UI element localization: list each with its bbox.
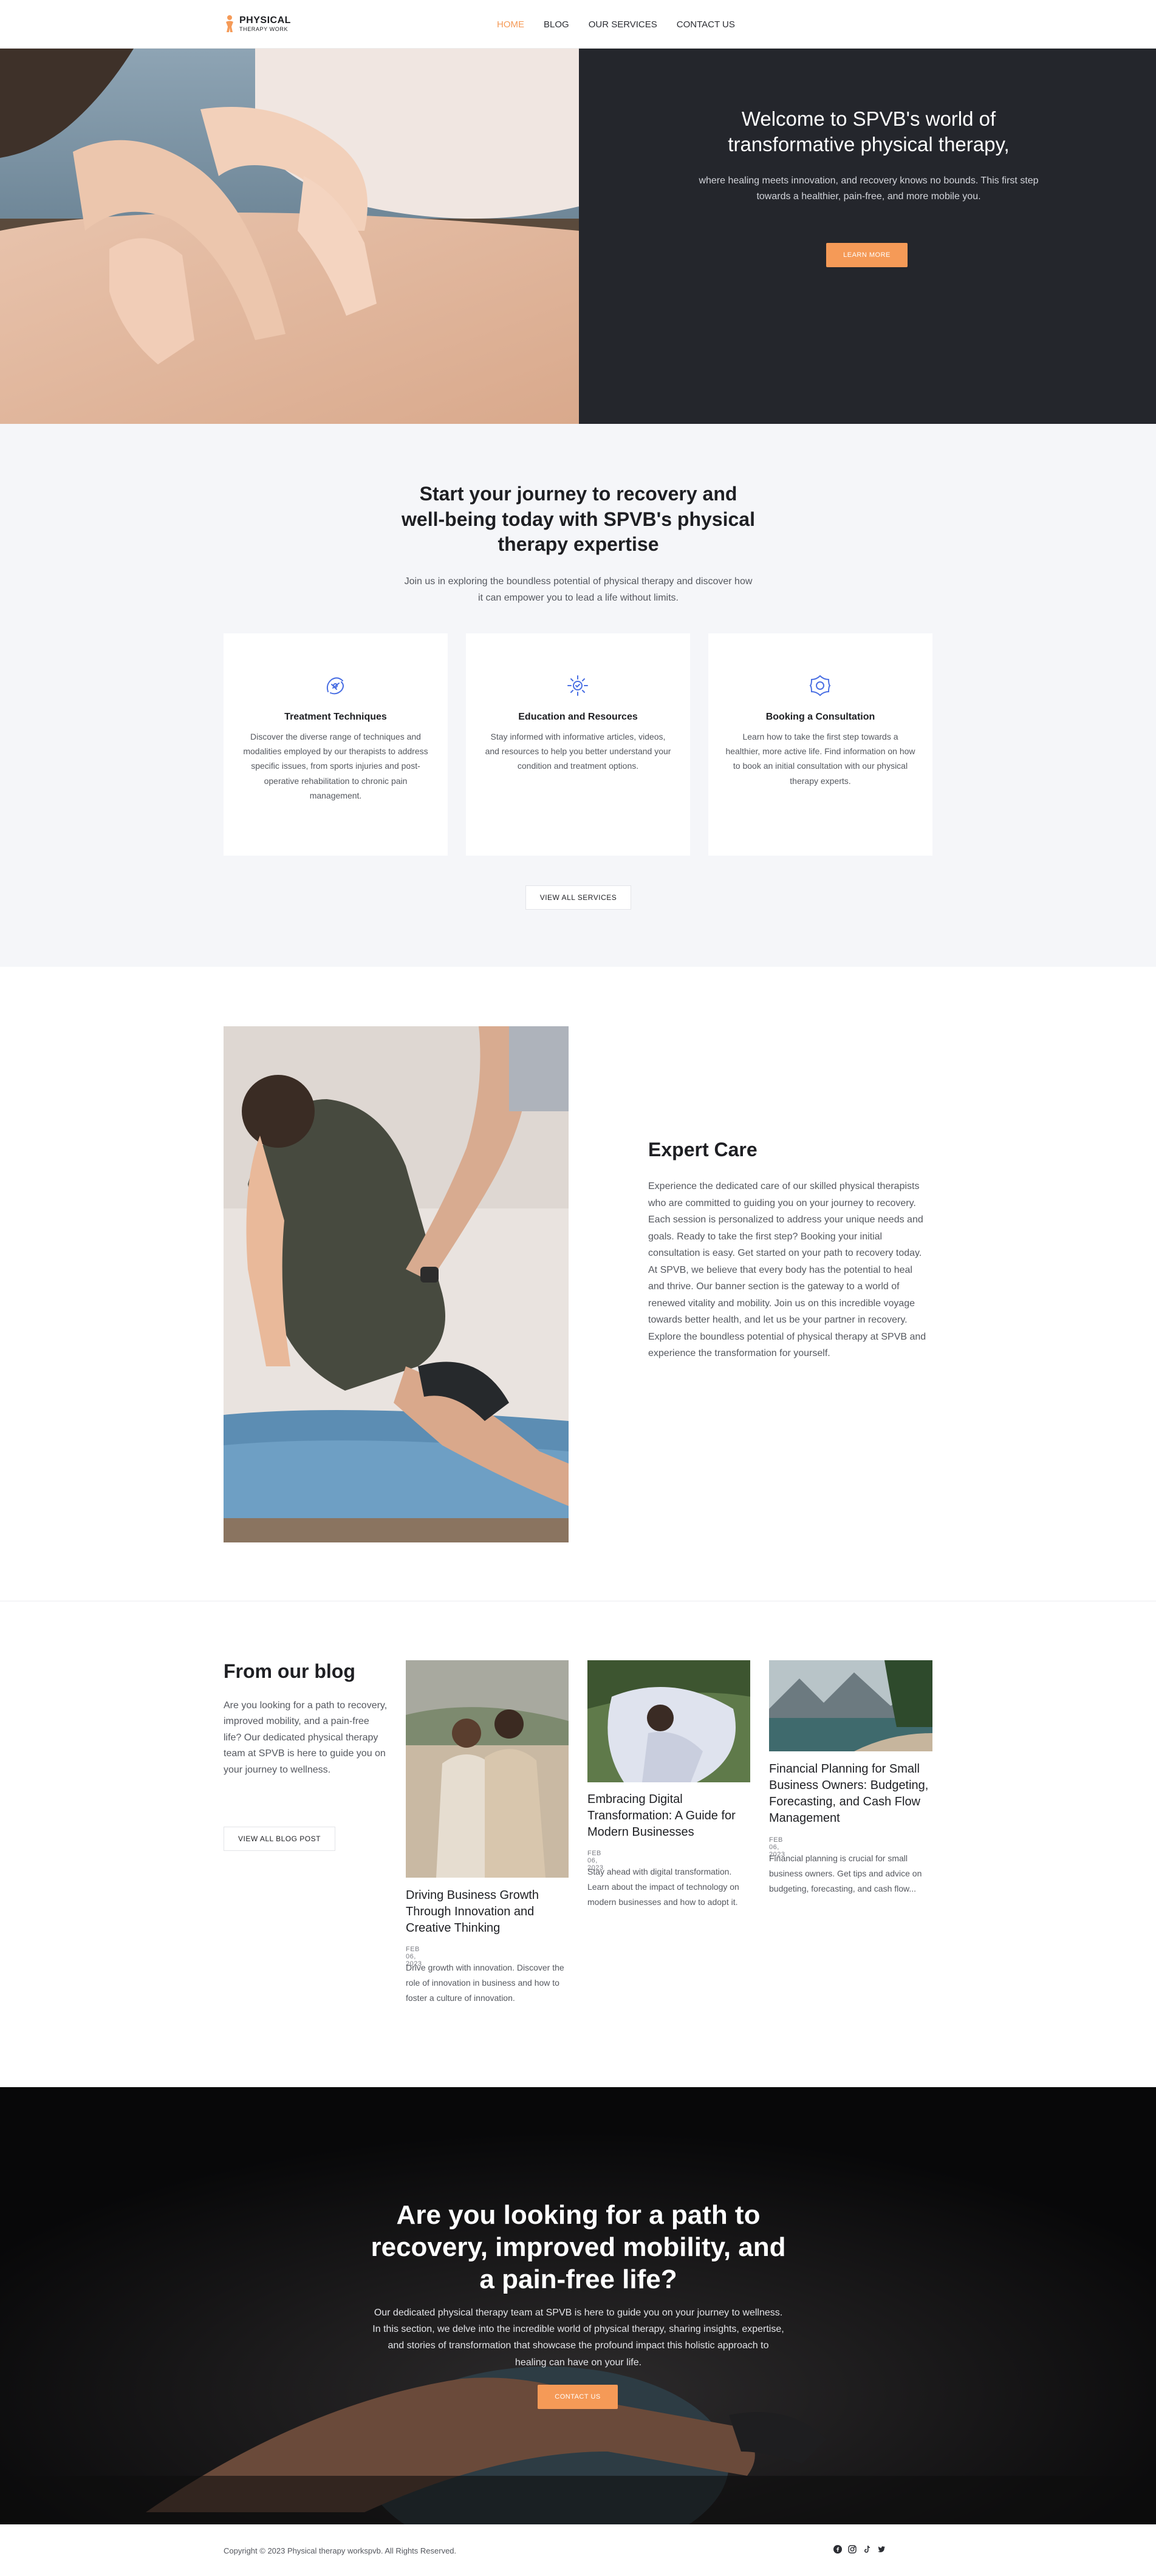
- site-header: PHYSICAL THERAPY WORK HOME BLOG OUR SERV…: [0, 0, 1156, 49]
- service-card-title: Treatment Techniques: [284, 712, 387, 722]
- instagram-icon[interactable]: [848, 2545, 857, 2554]
- services-title: Start your journey to recovery and well-…: [402, 483, 755, 556]
- service-card-title: Education and Resources: [518, 712, 638, 722]
- logo-title: PHYSICAL: [239, 15, 291, 26]
- view-all-blog-post-button[interactable]: VIEW ALL BLOG POST: [224, 1827, 335, 1851]
- service-card-text: Learn how to take the first step towards…: [725, 732, 915, 786]
- twitter-icon[interactable]: [877, 2545, 886, 2554]
- tiktok-icon[interactable]: [863, 2545, 871, 2554]
- blog-title: From our blog: [224, 1660, 355, 1682]
- hero-subtitle: where healing meets innovation, and reco…: [699, 175, 1039, 202]
- expert-care-title: Expert Care: [648, 1139, 758, 1160]
- service-card-text: Discover the diverse range of techniques…: [243, 732, 428, 800]
- hero-massage-image: [0, 49, 579, 424]
- blog-post-image[interactable]: [587, 1660, 750, 1782]
- expert-care-text: Experience the dedicated care of our ski…: [648, 1181, 926, 1359]
- blog-post-title[interactable]: Embracing Digital Transformation: A Guid…: [587, 1791, 750, 1841]
- nav-contact-us[interactable]: CONTACT US: [677, 19, 735, 30]
- learn-more-button[interactable]: LEARN MORE: [826, 243, 908, 267]
- blog-post-excerpt: Drive growth with innovation. Discover t…: [406, 1963, 564, 2003]
- hero-title: Welcome to SPVB's world of transformativ…: [728, 107, 1010, 156]
- hero-section: [0, 49, 1156, 424]
- cta-title: Are you looking for a path to recovery, …: [371, 2200, 786, 2294]
- nav-our-services[interactable]: OUR SERVICES: [589, 19, 657, 30]
- site-footer: Copyright © 2023 Physical therapy worksp…: [0, 2524, 1156, 2576]
- view-all-services-button[interactable]: VIEW ALL SERVICES: [525, 885, 631, 910]
- contact-us-button[interactable]: CONTACT US: [538, 2385, 618, 2409]
- services-subtitle: Join us in exploring the boundless poten…: [404, 576, 753, 604]
- social-links: [833, 2545, 886, 2554]
- nav-home[interactable]: HOME: [497, 19, 524, 30]
- blog-post-image[interactable]: [769, 1660, 932, 1751]
- blog-intro: Are you looking for a path to recovery, …: [224, 1700, 388, 1775]
- facebook-icon[interactable]: [833, 2545, 842, 2554]
- blog-post-title[interactable]: Driving Business Growth Through Innovati…: [406, 1887, 569, 1937]
- hero-dark-panel: [579, 49, 1156, 424]
- expert-care-image: [224, 1026, 569, 1542]
- service-card-consultation[interactable]: Booking a Consultation Learn how to take…: [708, 633, 932, 856]
- blog-post-excerpt: Stay ahead with digital transformation. …: [587, 1867, 739, 1907]
- blog-post-excerpt: Financial planning is crucial for small …: [769, 1853, 922, 1893]
- logo[interactable]: PHYSICAL THERAPY WORK: [224, 15, 291, 33]
- education-icon: [563, 671, 592, 700]
- blog-post-title[interactable]: Financial Planning for Small Business Ow…: [769, 1761, 932, 1827]
- logo-subtitle: THERAPY WORK: [239, 26, 289, 32]
- service-card-title: Booking a Consultation: [765, 712, 875, 722]
- nav-blog[interactable]: BLOG: [544, 19, 569, 30]
- treatment-icon: [321, 671, 350, 700]
- cta-text: Our dedicated physical therapy team at S…: [372, 2308, 784, 2368]
- service-card-text: Stay informed with informative articles,…: [485, 732, 671, 771]
- main-nav: HOME BLOG OUR SERVICES CONTACT US: [497, 19, 735, 30]
- logo-figure-icon: [224, 15, 236, 33]
- service-card-education[interactable]: Education and Resources Stay informed wi…: [466, 633, 690, 856]
- copyright-text: Copyright © 2023 Physical therapy worksp…: [224, 2546, 457, 2555]
- consultation-icon: [805, 671, 835, 700]
- service-card-treatment[interactable]: Treatment Techniques Discover the divers…: [224, 633, 448, 856]
- blog-post-image[interactable]: [406, 1660, 569, 1878]
